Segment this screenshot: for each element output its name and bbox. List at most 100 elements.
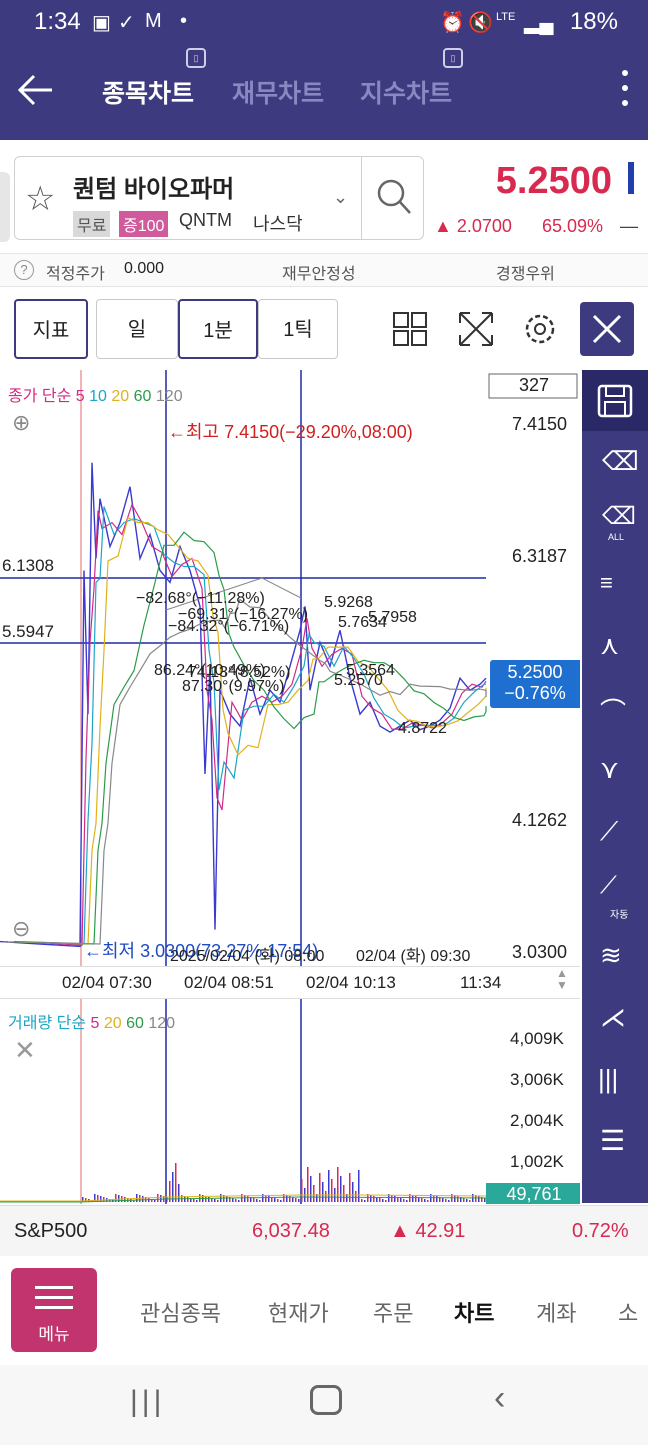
- volume-bar: [343, 1185, 345, 1202]
- horizontal-lines-button[interactable]: ☰: [582, 1114, 648, 1175]
- hline-label: 6.1308: [2, 556, 54, 575]
- volume-bar: [394, 1196, 396, 1202]
- cross-flat-button[interactable]: ⌒: [582, 680, 648, 741]
- volume-bar: [424, 1199, 426, 1202]
- hcl-line-button[interactable]: ≡: [582, 556, 648, 617]
- volume-bar: [214, 1199, 216, 1202]
- price-chart[interactable]: 종가 단순 5 10 20 60 120 327 ⊕ ⊖ 7.4150 6.31…: [0, 370, 580, 966]
- volume-bar: [175, 1163, 177, 1202]
- price-marker-icon: [628, 162, 634, 194]
- volume-bar: [457, 1196, 459, 1202]
- price-change: ▲ 2.0700: [434, 216, 512, 236]
- volume-bar: [436, 1196, 438, 1202]
- volume-tick: 2,004K: [510, 1111, 564, 1130]
- fan-button[interactable]: ≋: [582, 928, 648, 989]
- save-icon: [597, 384, 633, 418]
- volume-bar: [154, 1200, 156, 1202]
- period-day-button[interactable]: 일: [96, 299, 178, 359]
- ma-legend[interactable]: 종가 단순 5 10 20 60 120: [8, 382, 183, 406]
- time-axis[interactable]: 02/04 07:30 02/04 08:51 02/04 10:13 11:3…: [0, 966, 580, 997]
- nav-order[interactable]: 주문: [373, 1296, 413, 1328]
- volume-legend[interactable]: 거래량 단순 5 20 60 120: [8, 1009, 175, 1033]
- recent-apps-icon[interactable]: |||: [130, 1385, 165, 1419]
- nav-watchlist[interactable]: 관심종목: [140, 1296, 221, 1328]
- tab-financial-chart[interactable]: 재무차트: [232, 74, 324, 110]
- tab-stock-chart[interactable]: 종목차트: [102, 74, 194, 110]
- nav-current-price[interactable]: 현재가: [268, 1296, 329, 1328]
- drawing-tools-button[interactable]: [580, 302, 634, 356]
- tab-badge-icon: ▯: [186, 48, 206, 68]
- fair-price-value: 0.000: [124, 260, 165, 277]
- volume-bar: [415, 1196, 417, 1202]
- nav-chart[interactable]: 차트: [454, 1296, 494, 1328]
- ma-legend-120: 120: [155, 388, 183, 405]
- close-icon[interactable]: ✕: [14, 1035, 36, 1066]
- indicator-button[interactable]: 지표: [14, 299, 88, 359]
- scroll-updown-icon[interactable]: ▲ ▼: [556, 967, 568, 991]
- auto-trend-button[interactable]: ⟋ 자동: [582, 866, 648, 927]
- volume-bar: [325, 1191, 327, 1202]
- trend-line-button[interactable]: ⟋: [582, 804, 648, 865]
- more-vertical-icon[interactable]: [620, 70, 630, 112]
- change-dash: —: [620, 216, 638, 236]
- volume-bar: [292, 1197, 294, 1202]
- menu-button[interactable]: 메뉴: [11, 1268, 97, 1352]
- index-ticker[interactable]: S&P500 6,037.48 ▲ 42.91 0.72%: [0, 1205, 648, 1256]
- save-drawing-button[interactable]: [582, 370, 648, 431]
- volume-bar: [352, 1182, 354, 1202]
- eraser-all-button[interactable]: ⌫ ALL: [582, 494, 648, 555]
- cross-down-button[interactable]: ⋎: [582, 742, 648, 803]
- drawing-toolbar: ⌫ ⌫ ALL ≡ ⋏ ⌒ ⋎ ⟋ ⟋ 자동 ≋ ⋌ ||| ☰: [582, 370, 648, 1203]
- period-1tick-button[interactable]: 1틱: [258, 299, 338, 359]
- help-icon[interactable]: ?: [14, 260, 34, 280]
- tab-index-chart[interactable]: 지수차트: [360, 74, 452, 110]
- volume-bar: [193, 1199, 195, 1202]
- tab-badge-icon: ▯: [443, 48, 463, 68]
- volume-bar: [331, 1179, 333, 1202]
- fan-icon: ≋: [600, 940, 622, 970]
- volume-bar: [217, 1200, 219, 1202]
- volume-bar: [265, 1195, 267, 1202]
- volume-bar: [403, 1199, 405, 1202]
- nav-more[interactable]: 소: [618, 1296, 646, 1328]
- back-arrow-icon[interactable]: [16, 70, 56, 110]
- competitive-advantage-link[interactable]: 경쟁우위: [496, 260, 555, 284]
- eraser-all-icon: ⌫: [602, 503, 636, 530]
- zoom-in-icon[interactable]: ⊕: [12, 410, 30, 436]
- volume-bar: [268, 1196, 270, 1202]
- search-button[interactable]: [361, 157, 424, 239]
- settings-gear-icon[interactable]: [518, 307, 562, 351]
- nav-account[interactable]: 계좌: [536, 1296, 576, 1328]
- time-label: 02/04 07:30: [62, 973, 152, 992]
- menu-label: 메뉴: [38, 1325, 70, 1344]
- chevron-down-icon[interactable]: ⌄: [333, 187, 348, 208]
- back-icon[interactable]: ‹: [494, 1379, 505, 1418]
- volume-bar: [382, 1199, 384, 1202]
- time-label: 02/04 10:13: [306, 973, 396, 992]
- fan-lines-button[interactable]: ⋌: [582, 990, 648, 1051]
- grid-layout-icon[interactable]: [388, 307, 432, 351]
- volume-bar: [313, 1185, 315, 1202]
- fair-price-label: 적정주가: [46, 266, 105, 283]
- volume-bar: [391, 1195, 393, 1202]
- side-drawer-handle[interactable]: [0, 172, 10, 242]
- volume-bar: [400, 1198, 402, 1202]
- home-icon[interactable]: [310, 1385, 342, 1415]
- volume-bar: [319, 1173, 321, 1202]
- volume-bar: [484, 1198, 486, 1202]
- financial-stability-link[interactable]: 재무안정성: [282, 260, 356, 284]
- volume-bar: [379, 1198, 381, 1202]
- favorite-star-icon[interactable]: ☆: [25, 179, 55, 219]
- period-1min-button[interactable]: 1분: [178, 299, 258, 359]
- app-notify-icon: ✓: [118, 12, 135, 34]
- zoom-out-icon[interactable]: ⊖: [12, 916, 30, 942]
- ma-legend-20: 20: [111, 388, 130, 405]
- eraser-button[interactable]: ⌫: [582, 432, 648, 493]
- cross-up-button[interactable]: ⋏: [582, 618, 648, 679]
- stock-selector[interactable]: ☆ 퀀텀 바이오파머 무료 증100 QNTM 나스닥 ⌄: [14, 156, 424, 240]
- vertical-lines-button[interactable]: |||: [582, 1052, 648, 1113]
- volume-chart[interactable]: 거래량 단순 5 20 60 120 ✕ 4,009K 3,006K 2,004…: [0, 998, 580, 1204]
- mute-icon: 🔇: [468, 12, 493, 34]
- alarm-icon: ⏰: [440, 12, 465, 34]
- fullscreen-icon[interactable]: [454, 307, 498, 351]
